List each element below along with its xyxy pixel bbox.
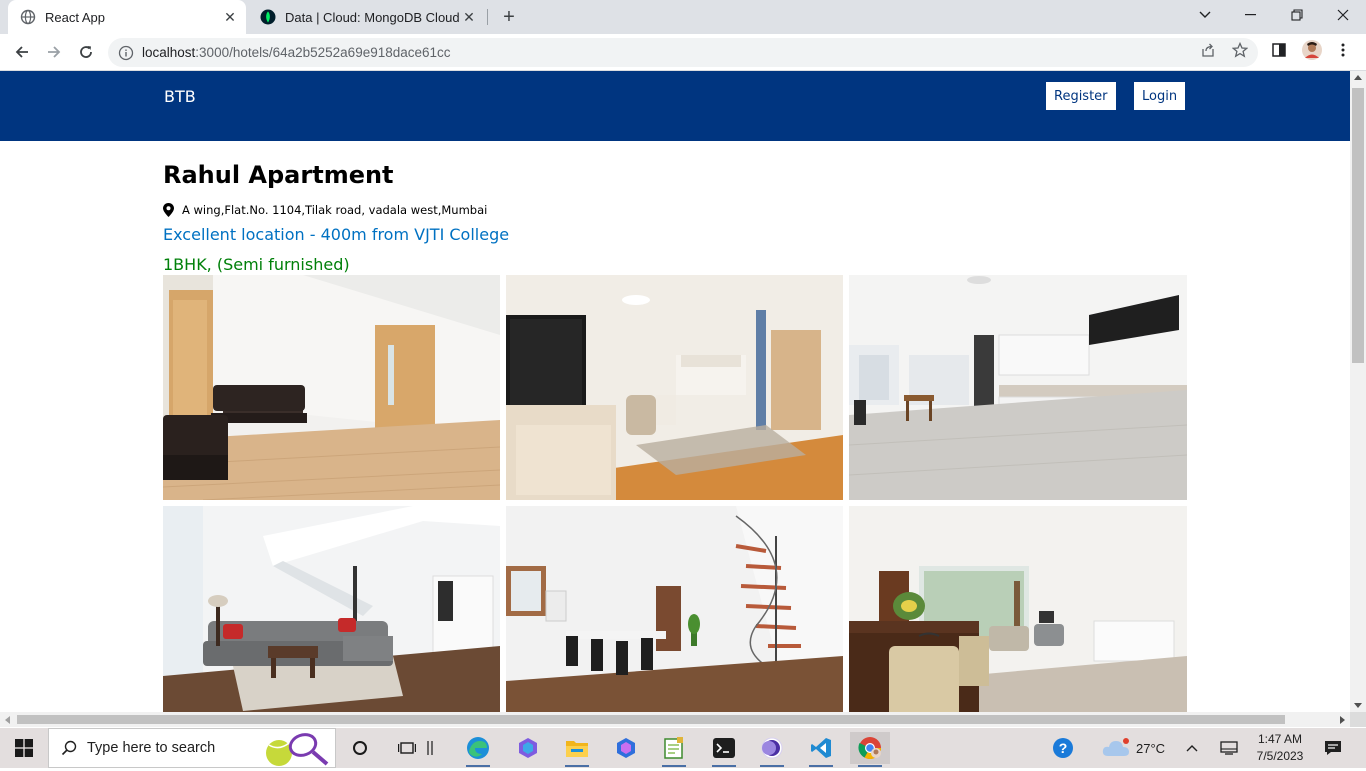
active-indicator <box>712 765 736 767</box>
tab-react-app[interactable]: React App ✕ <box>8 0 246 34</box>
scroll-down-arrow-icon[interactable] <box>1354 703 1362 708</box>
browser-toolbar: localhost:3000/hotels/64a2b5252a69e918da… <box>0 34 1366 71</box>
close-tab-icon[interactable]: ✕ <box>459 7 479 27</box>
tab-separator <box>487 9 488 25</box>
globe-icon <box>20 9 36 25</box>
side-panel-icon[interactable] <box>1270 41 1288 59</box>
hotel-photo-kitchen[interactable] <box>849 275 1187 500</box>
close-window-button[interactable] <box>1320 0 1366 30</box>
hotel-photo-tv-room[interactable] <box>506 275 843 500</box>
clock-date: 7/5/2023 <box>1256 749 1304 763</box>
hotel-photo-dining-living[interactable] <box>849 506 1187 712</box>
weather-temperature: 27°C <box>1136 740 1166 756</box>
reload-button[interactable] <box>72 38 100 66</box>
new-tab-button[interactable]: + <box>498 6 520 28</box>
chevron-up-icon[interactable] <box>1186 728 1198 768</box>
copilot-alt-icon[interactable] <box>606 732 646 764</box>
forward-button[interactable] <box>40 38 68 66</box>
active-indicator <box>760 765 784 767</box>
notification-icon[interactable] <box>1324 728 1342 768</box>
url-host: localhost <box>142 45 196 60</box>
scroll-up-arrow-icon[interactable] <box>1354 75 1362 80</box>
profile-avatar[interactable] <box>1302 40 1322 60</box>
windows-taskbar: Type here to search ? 27°C 1:47 AM 7/5/2… <box>0 728 1366 768</box>
scroll-left-arrow-icon[interactable] <box>5 716 10 724</box>
vertical-scroll-thumb[interactable] <box>1352 88 1364 363</box>
site-navbar: BTB Register Login <box>0 71 1350 141</box>
hotel-distance: Excellent location - 400m from VJTI Coll… <box>163 225 510 244</box>
tab-title: Data | Cloud: MongoDB Cloud <box>285 9 459 25</box>
page-viewport: BTB Register Login Rahul Apartment A win… <box>0 71 1350 712</box>
address-bar[interactable]: localhost:3000/hotels/64a2b5252a69e918da… <box>108 38 1258 67</box>
back-button[interactable] <box>8 38 36 66</box>
tab-title: React App <box>45 9 105 25</box>
svg-text:?: ? <box>1059 740 1068 756</box>
share-icon[interactable] <box>1199 41 1217 59</box>
cortana-icon[interactable] <box>340 732 380 764</box>
location-pin-icon <box>163 203 174 217</box>
active-indicator <box>565 765 589 767</box>
cloud-icon <box>1102 738 1130 758</box>
taskbar-search-box[interactable]: Type here to search <box>48 728 336 768</box>
browser-tab-strip: React App ✕ Data | Cloud: MongoDB Cloud … <box>0 0 1366 34</box>
tab-search-icon[interactable] <box>1182 0 1228 30</box>
restore-button[interactable] <box>1274 0 1320 30</box>
room-type: 1BHK, (Semi furnished) <box>163 255 350 274</box>
site-logo[interactable]: BTB <box>164 87 196 106</box>
hotel-photo-spiral-staircase[interactable] <box>506 506 843 712</box>
photo-gallery <box>163 275 1187 712</box>
network-icon[interactable] <box>1220 728 1238 768</box>
active-indicator <box>662 765 686 767</box>
register-button[interactable]: Register <box>1046 82 1116 110</box>
windows-start-icon[interactable] <box>0 728 48 768</box>
hotel-details: Rahul Apartment A wing,Flat.No. 1104,Til… <box>163 161 1187 712</box>
file-explorer-icon[interactable] <box>557 732 597 767</box>
mongodb-leaf-icon <box>260 9 276 25</box>
active-indicator <box>858 765 882 767</box>
minimize-button[interactable] <box>1228 0 1274 30</box>
copilot-icon[interactable] <box>508 732 548 764</box>
address-text: A wing,Flat.No. 1104,Tilak road, vadala … <box>182 203 488 217</box>
vertical-scrollbar[interactable] <box>1350 71 1366 712</box>
scrollbar-corner <box>1350 712 1366 727</box>
close-tab-icon[interactable]: ✕ <box>220 7 240 27</box>
tab-mongodb[interactable]: Data | Cloud: MongoDB Cloud ✕ <box>250 0 485 34</box>
hotel-address: A wing,Flat.No. 1104,Tilak road, vadala … <box>163 203 1187 217</box>
hotel-photo-staircase-living[interactable] <box>163 506 500 712</box>
kebab-menu-icon[interactable] <box>1334 41 1352 59</box>
horizontal-scroll-thumb[interactable] <box>17 715 1285 724</box>
search-placeholder: Type here to search <box>87 740 216 756</box>
hotel-title: Rahul Apartment <box>163 161 394 189</box>
help-icon[interactable]: ? <box>1052 728 1074 768</box>
eclipse-icon[interactable] <box>752 732 792 767</box>
tennis-racket-icon <box>263 731 329 771</box>
scroll-right-arrow-icon[interactable] <box>1340 716 1345 724</box>
search-icon <box>61 740 77 756</box>
vscode-icon[interactable] <box>801 732 841 767</box>
clock-time: 1:47 AM <box>1257 732 1303 746</box>
notepad-plus-icon[interactable] <box>654 732 694 767</box>
hotel-photo-living-room[interactable] <box>163 275 500 500</box>
horizontal-scrollbar[interactable] <box>0 712 1350 727</box>
chrome-icon[interactable] <box>850 732 890 767</box>
weather-widget[interactable]: 27°C <box>1102 728 1165 768</box>
taskbar-divider-icon <box>420 732 440 764</box>
edge-browser-icon[interactable] <box>458 732 498 767</box>
active-indicator <box>466 765 490 767</box>
bookmark-star-icon[interactable] <box>1231 41 1249 59</box>
url-path: :3000/hotels/64a2b5252a69e918dace61cc <box>195 45 451 60</box>
taskbar-clock[interactable]: 1:47 AM 7/5/2023 <box>1252 731 1308 765</box>
active-indicator <box>809 765 833 767</box>
login-button[interactable]: Login <box>1134 82 1186 110</box>
info-icon[interactable] <box>118 45 134 61</box>
terminal-icon[interactable] <box>704 732 744 767</box>
